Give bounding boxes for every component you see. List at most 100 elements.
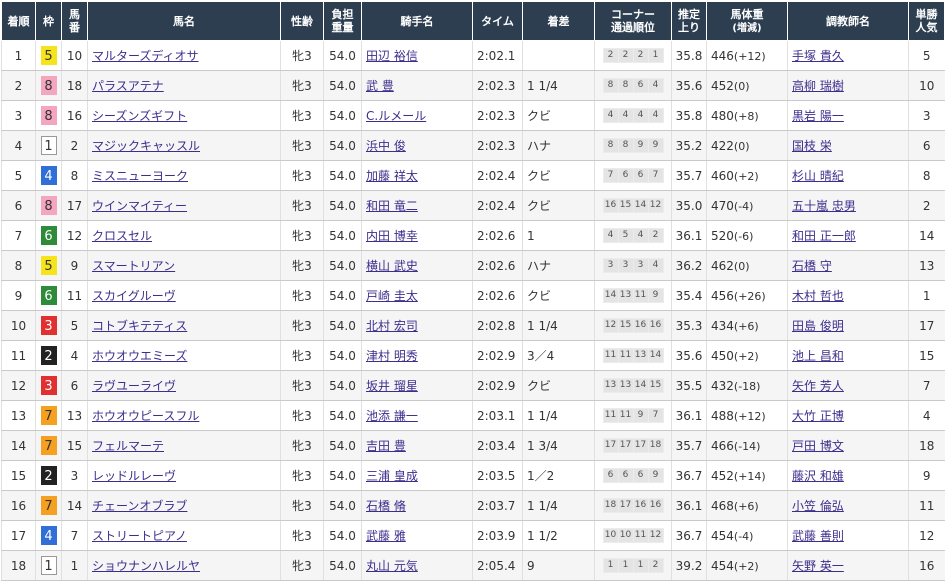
jockey-link[interactable]: 石橋 脩: [366, 499, 406, 513]
jockey-link[interactable]: 武藤 雅: [366, 529, 406, 543]
corner-position: 6: [603, 469, 618, 482]
jockey-link[interactable]: 横山 武史: [366, 259, 418, 273]
horse-link[interactable]: レッドルレーヴ: [92, 469, 176, 483]
trainer-cell: 戸田 博文: [787, 430, 909, 461]
trainer-link[interactable]: 戸田 博文: [792, 439, 844, 453]
rank-cell: 2: [1, 70, 36, 101]
jockey-link[interactable]: 丸山 元気: [366, 559, 418, 573]
corner-position: 9: [633, 139, 648, 152]
jockey-link[interactable]: 武 豊: [366, 79, 394, 93]
horse-link[interactable]: ミスニューヨーク: [92, 169, 188, 183]
corner-position: 18: [648, 439, 663, 452]
trainer-link[interactable]: 小笠 倫弘: [792, 499, 844, 513]
col-time: タイム: [472, 1, 523, 41]
trainer-link[interactable]: 手塚 貴久: [792, 49, 844, 63]
trainer-link[interactable]: 矢作 芳人: [792, 379, 844, 393]
sexage-cell: 牝3: [280, 400, 324, 431]
jockey-link[interactable]: 田辺 裕信: [366, 49, 418, 63]
horse-link[interactable]: コトブキテティス: [92, 319, 187, 333]
horse-link[interactable]: ストリートピアノ: [92, 529, 187, 543]
corner-position: 8: [618, 139, 633, 152]
jockey-link[interactable]: 浜中 俊: [366, 139, 406, 153]
horse-link[interactable]: スマートリアン: [92, 259, 175, 273]
jockey-link[interactable]: 戸崎 圭太: [366, 289, 418, 303]
corner-positions: 7667: [602, 168, 664, 183]
jockey-link[interactable]: 和田 竜二: [366, 199, 418, 213]
corner-position: 1: [648, 49, 663, 62]
trainer-link[interactable]: 石橋 守: [792, 259, 832, 273]
jockey-link[interactable]: 北村 宏司: [366, 319, 418, 333]
trainer-link[interactable]: 藤沢 和雄: [792, 469, 844, 483]
umaban-cell: 6: [61, 370, 88, 401]
trainer-link[interactable]: 大竹 正博: [792, 409, 844, 423]
last-3f-cell: 36.7: [671, 460, 707, 491]
trainer-link[interactable]: 国枝 栄: [792, 139, 832, 153]
horse-link[interactable]: ショウナンハレルヤ: [92, 559, 200, 573]
trainer-link[interactable]: 武藤 善則: [792, 529, 844, 543]
horse-link[interactable]: パラスアテナ: [92, 79, 164, 93]
trainer-link[interactable]: 木村 哲也: [792, 289, 844, 303]
waku-badge: 2: [40, 466, 57, 485]
corner-position: 11: [603, 349, 618, 362]
corner-position: 1: [633, 559, 648, 572]
corner-positions: 6669: [602, 468, 664, 483]
jockey-cell: 加藤 祥太: [361, 160, 473, 191]
waku-cell: 8: [35, 100, 62, 131]
jockey-link[interactable]: 内田 博幸: [366, 229, 418, 243]
last-3f-cell: 35.8: [671, 40, 707, 71]
trainer-link[interactable]: 矢野 英一: [792, 559, 844, 573]
corner-position: 14: [648, 349, 663, 362]
horse-link[interactable]: シーズンズギフト: [92, 109, 187, 123]
trainer-link[interactable]: 田島 俊明: [792, 319, 844, 333]
waku-badge: 8: [40, 196, 57, 215]
bodyweight-value: 422: [711, 138, 734, 153]
umaban-cell: 8: [61, 160, 88, 191]
corner-positions: 12 15 16 16: [602, 318, 664, 333]
corner-position: 3: [633, 259, 648, 272]
corner-position: 7: [648, 169, 663, 182]
horse-link[interactable]: クロスセル: [92, 229, 152, 243]
trainer-link[interactable]: 高柳 瑞樹: [792, 79, 844, 93]
trainer-link[interactable]: 和田 正一郎: [792, 229, 856, 243]
horse-link[interactable]: ラヴユーライヴ: [92, 379, 176, 393]
weight-cell: 54.0: [323, 370, 362, 401]
horse-cell: ホウオウエミーズ: [87, 340, 281, 371]
corner-positions: 17 17 17 18: [602, 438, 664, 453]
horse-link[interactable]: フェルマーテ: [92, 439, 164, 453]
jockey-link[interactable]: 池添 謙一: [366, 409, 418, 423]
jockey-cell: 戸崎 圭太: [361, 280, 473, 311]
jockey-cell: 横山 武史: [361, 250, 473, 281]
jockey-link[interactable]: 坂井 瑠星: [366, 379, 418, 393]
corner-cell: 12 15 16 16: [594, 310, 672, 341]
popularity-cell: 15: [908, 340, 945, 371]
bodyweight-diff: (+2): [733, 559, 759, 573]
horse-link[interactable]: ホウオウピースフル: [92, 409, 199, 423]
jockey-link[interactable]: 加藤 祥太: [366, 169, 418, 183]
table-row: 17 4 7 ストリートピアノ 牝3 54.0 武藤 雅 2:03.9 1 1/2 10 10 11 1…: [1, 520, 945, 551]
horse-link[interactable]: ウインマイティー: [92, 199, 187, 213]
bodyweight-diff: (+14): [733, 469, 766, 483]
horse-link[interactable]: チェーンオブラブ: [92, 499, 187, 513]
trainer-link[interactable]: 黒岩 陽一: [792, 109, 844, 123]
popularity-cell: 1: [908, 280, 945, 311]
trainer-link[interactable]: 杉山 晴紀: [792, 169, 844, 183]
col-rank: 着順: [1, 1, 36, 41]
horse-link[interactable]: スカイグルーヴ: [92, 289, 176, 303]
jockey-link[interactable]: 三浦 皇成: [366, 469, 418, 483]
trainer-link[interactable]: 池上 昌和: [792, 349, 844, 363]
trainer-cell: 高柳 瑞樹: [787, 70, 909, 101]
rank-cell: 4: [1, 130, 36, 161]
jockey-link[interactable]: 吉田 豊: [366, 439, 406, 453]
jockey-link[interactable]: 津村 明秀: [366, 349, 418, 363]
margin-cell: 1／2: [522, 460, 595, 491]
horse-link[interactable]: ホウオウエミーズ: [92, 349, 187, 363]
horse-link[interactable]: マジックキャッスル: [92, 139, 200, 153]
corner-position: 8: [618, 79, 633, 92]
trainer-link[interactable]: 五十嵐 忠男: [792, 199, 856, 213]
corner-position: 15: [648, 379, 663, 392]
weight-cell: 54.0: [323, 190, 362, 221]
jockey-link[interactable]: C.ルメール: [366, 109, 426, 123]
time-cell: 2:02.1: [472, 40, 523, 71]
horse-link[interactable]: マルターズディオサ: [92, 49, 199, 63]
rank-cell: 14: [1, 430, 36, 461]
